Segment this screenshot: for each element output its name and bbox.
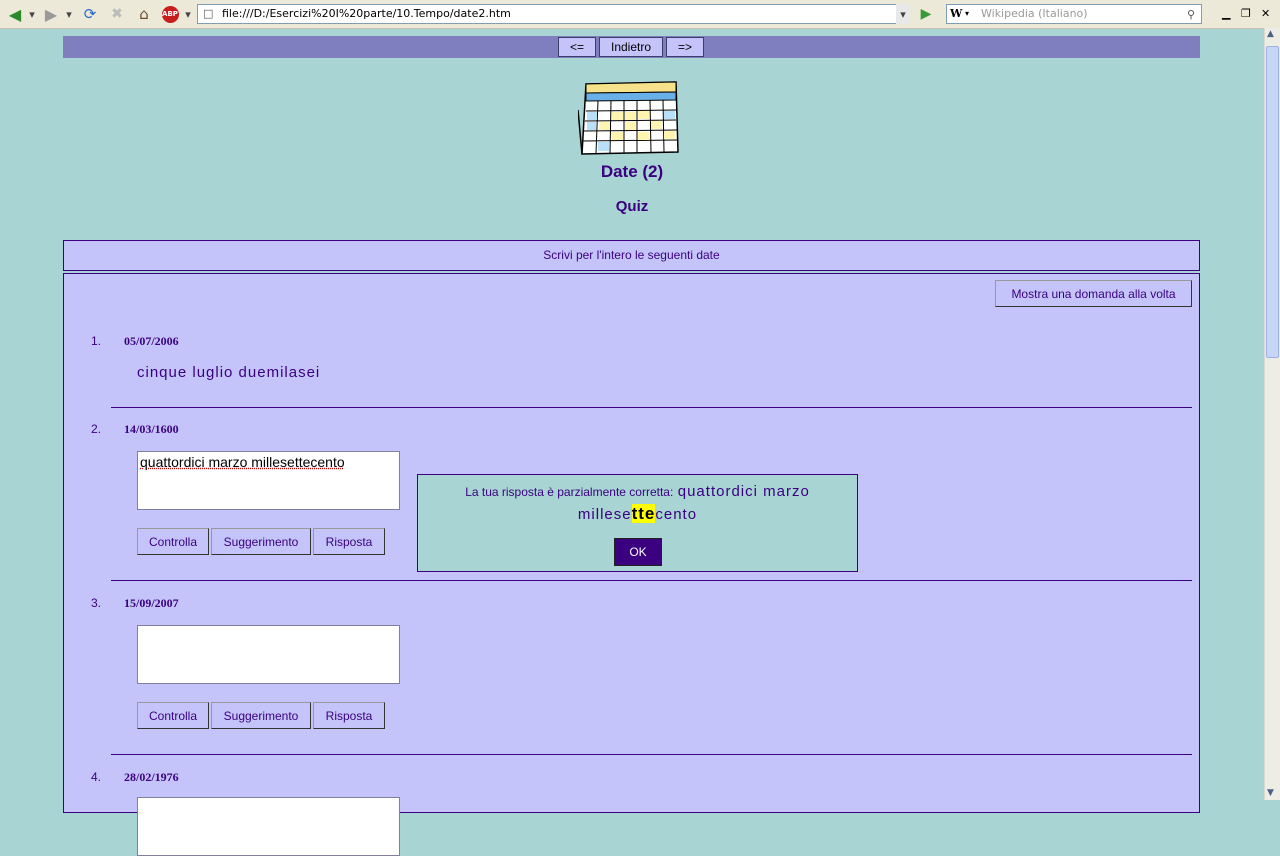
question-number: 1. (91, 334, 101, 348)
search-field[interactable]: W ▾ Wikipedia (Italiano) (946, 4, 1202, 24)
back-arrow-icon[interactable]: ◀ (4, 4, 26, 24)
stop-icon[interactable]: ✖ (107, 4, 127, 24)
browser-toolbar: ◀ ▾ ▶ ▾ ⟳ ✖ ⌂ ABP ▾ □ file:///D:/Eserciz… (0, 0, 1280, 29)
feedback-part2: millese (578, 506, 632, 523)
back-button[interactable]: Indietro (599, 37, 663, 57)
url-text: file:///D:/Esercizi%20I%20parte/10.Tempo… (222, 7, 511, 20)
scroll-thumb[interactable] (1266, 46, 1279, 358)
feedback-highlight: tte (632, 504, 656, 523)
page-icon: □ (203, 5, 213, 23)
answer-input[interactable] (137, 797, 400, 856)
home-icon[interactable]: ⌂ (134, 4, 154, 24)
vertical-scrollbar[interactable]: ▲ ▼ (1264, 28, 1280, 800)
adblock-icon[interactable]: ABP (160, 4, 180, 24)
feedback-intro: La tua risposta è parzialmente corretta: (465, 485, 673, 499)
answer-input[interactable]: quattordici marzo millesettecento (137, 451, 400, 510)
check-button[interactable]: Controlla (137, 528, 209, 555)
question-date: 28/02/1976 (124, 770, 179, 785)
search-icon[interactable]: ⚲ (1181, 4, 1201, 24)
hint-button[interactable]: Suggerimento (211, 702, 311, 729)
adblock-dropdown-icon[interactable]: ▾ (183, 4, 193, 24)
close-icon[interactable]: ✕ (1261, 7, 1270, 20)
check-button[interactable]: Controlla (137, 702, 209, 729)
divider (111, 407, 1192, 408)
answer-input[interactable] (137, 625, 400, 684)
answer-button[interactable]: Risposta (313, 528, 385, 555)
ok-button[interactable]: OK (614, 538, 662, 566)
search-placeholder: Wikipedia (Italiano) (981, 7, 1088, 20)
divider (111, 754, 1192, 755)
question-number: 3. (91, 596, 101, 610)
adblock-label: ABP (162, 6, 179, 23)
divider (111, 580, 1192, 581)
hint-button[interactable]: Suggerimento (211, 528, 311, 555)
url-dropdown-icon[interactable]: ▾ (896, 4, 910, 24)
question-number: 2. (91, 422, 101, 436)
feedback-box: La tua risposta è parzialmente corretta:… (417, 474, 858, 572)
feedback-part3: cento (655, 506, 697, 523)
feedback-message: La tua risposta è parzialmente corretta:… (418, 475, 857, 526)
page-subtitle: Quiz (0, 198, 1264, 215)
calendar-icon (578, 80, 680, 158)
answered-text: cinque luglio duemilasei (137, 364, 320, 381)
answer-input-text: quattordici marzo millesettecento (140, 454, 345, 470)
page-title: Date (2) (0, 162, 1264, 182)
feedback-part1: quattordici marzo (678, 483, 810, 500)
question-number: 4. (91, 770, 101, 784)
reload-icon[interactable]: ⟳ (80, 4, 100, 24)
question-date: 14/03/1600 (124, 422, 179, 437)
wikipedia-icon: W (950, 5, 962, 23)
answer-button[interactable]: Risposta (313, 702, 385, 729)
url-bar[interactable]: □ file:///D:/Esercizi%20I%20parte/10.Tem… (197, 4, 909, 24)
prev-button[interactable]: <= (558, 37, 596, 57)
forward-dropdown-icon[interactable]: ▾ (64, 4, 74, 24)
back-dropdown-icon[interactable]: ▾ (27, 4, 37, 24)
question-date: 15/09/2007 (124, 596, 179, 611)
scroll-up-icon[interactable]: ▲ (1267, 29, 1274, 39)
restore-icon[interactable]: ❐ (1241, 7, 1251, 20)
forward-arrow-icon[interactable]: ▶ (40, 4, 62, 24)
go-icon[interactable]: ▶ (916, 4, 936, 24)
instructions: Scrivi per l'intero le seguenti date (63, 240, 1200, 271)
question-date: 05/07/2006 (124, 334, 179, 349)
show-one-question-button[interactable]: Mostra una domanda alla volta (995, 280, 1192, 307)
minimize-icon[interactable]: ▁ (1222, 7, 1230, 20)
scroll-down-icon[interactable]: ▼ (1267, 788, 1274, 798)
next-button[interactable]: => (666, 37, 704, 57)
search-engine-dropdown-icon[interactable]: ▾ (965, 5, 969, 23)
